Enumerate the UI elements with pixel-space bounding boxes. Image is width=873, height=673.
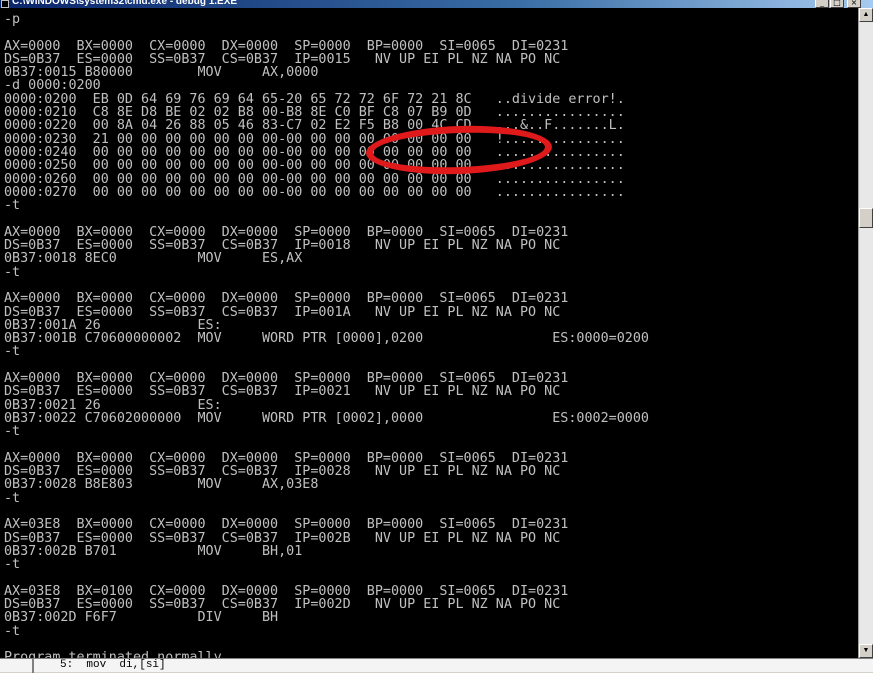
window-title: C:\WINDOWS\system32\cmd.exe - debug 1.EX… bbox=[12, 0, 238, 7]
console-line: 0000:0220 00 8A 04 26 88 05 46 83-C7 02 … bbox=[4, 118, 625, 134]
console-line: AX=0000 BX=0000 CX=0000 DX=0000 SP=0000 … bbox=[4, 371, 569, 387]
console-line: 0B37:0018 8EC0 MOV ES,AX bbox=[4, 251, 303, 267]
console-line: -t bbox=[4, 344, 21, 360]
console-line: -t bbox=[4, 490, 21, 506]
console-line: DS=0B37 ES=0000 SS=0B37 CS=0B37 IP=0015 … bbox=[4, 51, 561, 67]
console-line: DS=0B37 ES=0000 SS=0B37 CS=0B37 IP=0018 … bbox=[4, 238, 561, 254]
console-line: -t bbox=[4, 557, 21, 573]
console-line: 0000:0250 00 00 00 00 00 00 00 00-00 00 … bbox=[4, 158, 625, 174]
console-line: AX=0000 BX=0000 CX=0000 DX=0000 SP=0000 … bbox=[4, 224, 569, 240]
minimize-button[interactable]: _ bbox=[815, 0, 829, 8]
console-line: 0B37:0022 C70602000000 MOV WORD PTR [000… bbox=[4, 410, 649, 426]
vertical-scrollbar[interactable]: ▲ ▼ bbox=[858, 8, 873, 658]
console-line: AX=0000 BX=0000 CX=0000 DX=0000 SP=0000 … bbox=[4, 38, 569, 54]
console-line: 0000:0260 00 00 00 00 00 00 00 00-00 00 … bbox=[4, 171, 625, 187]
console-line: 0000:0240 00 00 00 00 00 00 00 00-00 00 … bbox=[4, 144, 625, 160]
console-text: -p AX=0000 BX=0000 CX=0000 DX=0000 SP=000… bbox=[4, 13, 649, 658]
console-line: 0B37:0028 B8E803 MOV AX,03E8 bbox=[4, 477, 319, 493]
console-line: 0000:0210 C8 8E D8 BE 02 02 B8 00-B8 8E … bbox=[4, 105, 625, 121]
console-line: -d 0000:0200 bbox=[4, 78, 101, 94]
scrollbar-thumb[interactable] bbox=[859, 208, 873, 228]
console-line: 0000:0200 EB 0D 64 69 76 69 64 65-20 65 … bbox=[4, 91, 625, 107]
console-line: 0B37:002D F6F7 DIV BH bbox=[4, 610, 279, 626]
console-line: -p bbox=[4, 12, 21, 27]
console-line: AX=0000 BX=0000 CX=0000 DX=0000 SP=0000 … bbox=[4, 291, 569, 307]
console-line: DS=0B37 ES=0000 SS=0B37 CS=0B37 IP=001A … bbox=[4, 304, 561, 320]
console-line: Program terminated normally bbox=[4, 650, 222, 658]
maximize-button[interactable]: □ bbox=[830, 0, 844, 8]
console-line: DS=0B37 ES=0000 SS=0B37 CS=0B37 IP=0021 … bbox=[4, 384, 561, 400]
console-line: AX=03E8 BX=0000 CX=0000 DX=0000 SP=0000 … bbox=[4, 517, 569, 533]
editor-code-line: 5: mov di,[si] bbox=[60, 659, 166, 671]
console-line: -t bbox=[4, 264, 21, 280]
console-line: DS=0B37 ES=0000 SS=0B37 CS=0B37 IP=0028 … bbox=[4, 464, 561, 480]
console-line: 0B37:0021 26 ES: bbox=[4, 397, 222, 413]
console-line: 0B37:001B C70600000002 MOV WORD PTR [000… bbox=[4, 331, 649, 347]
console-line: 0000:0230 21 00 00 00 00 00 00 00-00 00 … bbox=[4, 131, 625, 147]
window-title-bar[interactable]: C:\WINDOWS\system32\cmd.exe - debug 1.EX… bbox=[0, 0, 873, 8]
console-line: -t bbox=[4, 623, 21, 639]
console-line: 0000:0270 00 00 00 00 00 00 00 00-00 00 … bbox=[4, 184, 625, 200]
scroll-down-arrow-icon[interactable]: ▼ bbox=[859, 644, 873, 658]
console-output-area[interactable]: -p AX=0000 BX=0000 CX=0000 DX=0000 SP=000… bbox=[0, 8, 858, 658]
console-line: DS=0B37 ES=0000 SS=0B37 CS=0B37 IP=002B … bbox=[4, 530, 561, 546]
underlying-editor-strip: 5: mov di,[si] bbox=[0, 658, 873, 673]
console-line: AX=0000 BX=0000 CX=0000 DX=0000 SP=0000 … bbox=[4, 450, 569, 466]
editor-gutter-divider bbox=[32, 659, 34, 673]
console-line: 0B37:002B B701 MOV BH,01 bbox=[4, 543, 303, 559]
console-line: 0B37:001A 26 ES: bbox=[4, 317, 222, 333]
console-line: -t bbox=[4, 424, 21, 440]
console-line: -t bbox=[4, 198, 21, 214]
close-button[interactable]: × bbox=[847, 0, 861, 8]
console-line: DS=0B37 ES=0000 SS=0B37 CS=0B37 IP=002D … bbox=[4, 597, 561, 613]
console-line: 0B37:0015 B80000 MOV AX,0000 bbox=[4, 65, 319, 81]
scroll-up-arrow-icon[interactable]: ▲ bbox=[859, 8, 873, 22]
cmd-window-icon[interactable] bbox=[1, 0, 9, 8]
console-line: AX=03E8 BX=0100 CX=0000 DX=0000 SP=0000 … bbox=[4, 583, 569, 599]
